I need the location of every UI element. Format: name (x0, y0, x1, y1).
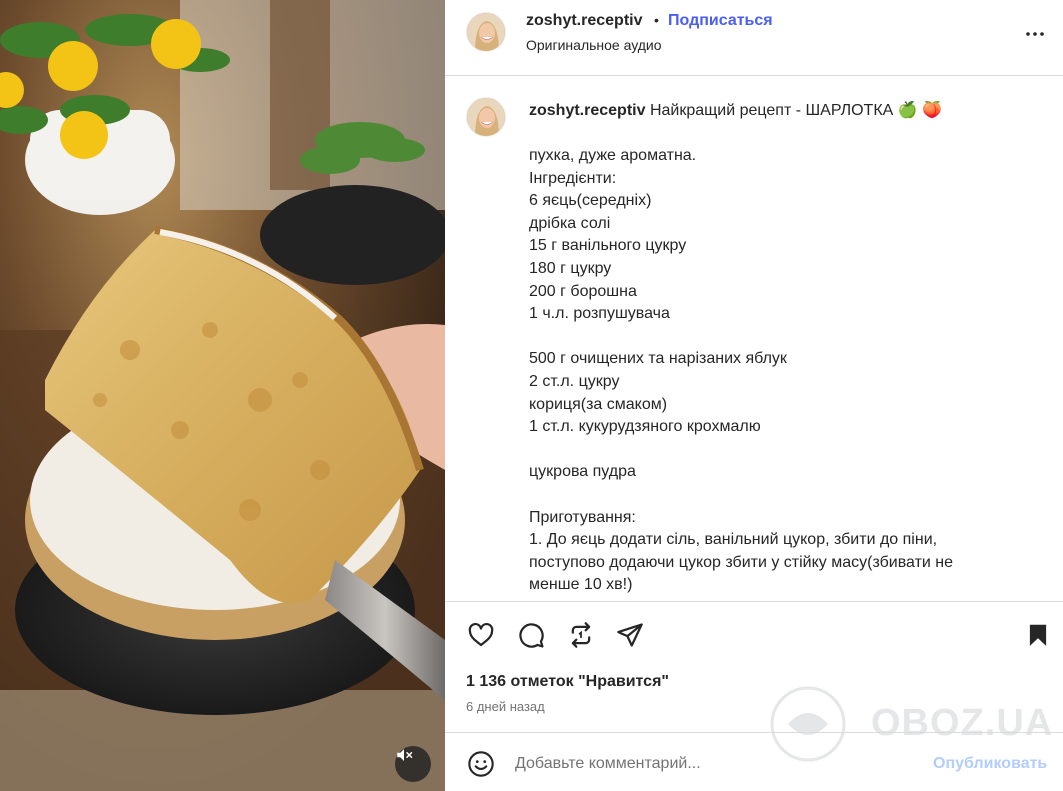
post-panel: zoshyt.receptiv • Подписаться Оригинальн… (445, 0, 1063, 791)
more-options-button[interactable] (1023, 22, 1047, 46)
follow-button[interactable]: Подписаться (668, 12, 773, 30)
caption-line: кориця(за смаком) (529, 395, 668, 413)
caption-line: пухка, дуже ароматна. (529, 147, 697, 164)
comment-bar: Опубликовать (445, 732, 1063, 791)
caption-avatar[interactable] (466, 97, 506, 137)
caption-line (529, 484, 1029, 507)
caption-line (529, 326, 1029, 349)
likes-count[interactable]: 1 136 отметок "Нравится" (466, 673, 669, 691)
caption-line: 1 ч.л. розпушувача (529, 305, 670, 323)
more-options-icon (1026, 32, 1044, 36)
comment-button[interactable] (516, 620, 546, 650)
action-bar: 1 136 отметок "Нравится" 6 дней назад (445, 601, 1063, 729)
author-username[interactable]: zoshyt.receptiv (526, 12, 642, 30)
bookmark-icon (1029, 624, 1047, 646)
send-icon (617, 623, 643, 647)
caption-title: Найкращий рецепт - ШАРЛОТКА 🍏 🍑 (649, 102, 943, 119)
publish-button[interactable]: Опубликовать (933, 755, 1047, 773)
like-button[interactable] (466, 620, 496, 650)
post-image (0, 0, 445, 791)
comment-input[interactable] (515, 751, 915, 777)
caption-line: поступово додаючи цукор збити у стійку м… (529, 553, 954, 571)
post-header: zoshyt.receptiv • Подписаться Оригинальн… (445, 0, 1063, 76)
caption-area[interactable]: zoshyt.receptiv Найкращий рецепт - ШАРЛО… (445, 77, 1063, 601)
emoji-icon (468, 751, 494, 777)
caption-line: 180 г цукру (529, 259, 612, 277)
caption-line: 6 яєць(середніх) (529, 192, 652, 210)
repost-button[interactable] (566, 620, 596, 650)
caption-line: Приготування: (529, 508, 636, 526)
caption-username[interactable]: zoshyt.receptiv (529, 102, 645, 119)
caption-first-line: zoshyt.receptiv Найкращий рецепт - ШАРЛО… (529, 100, 942, 120)
caption-line: 200 г борошна (529, 282, 637, 300)
caption-line: менше 10 хв!) (529, 576, 633, 594)
caption-line: 2 ст.л. цукру (529, 372, 620, 390)
caption-line: Інгредієнти: (529, 169, 617, 187)
avatar-image (467, 98, 505, 136)
caption-line: дрібка солі (529, 214, 611, 232)
mute-button[interactable] (395, 746, 431, 782)
caption-line: 1. До яєць додати сіль, ванільний цукор,… (529, 531, 938, 549)
muted-speaker-icon (397, 749, 413, 761)
caption-line (529, 439, 1029, 462)
caption-line: 15 г ванільного цукру (529, 237, 687, 255)
repost-icon (571, 622, 591, 648)
post-media[interactable] (0, 0, 445, 791)
author-avatar[interactable] (466, 12, 506, 52)
caption-line: 1 ст.л. кукурудзяного крохмалю (529, 418, 761, 436)
save-button[interactable] (1023, 620, 1053, 650)
emoji-button[interactable] (466, 749, 496, 779)
comment-icon (519, 623, 544, 648)
heart-icon (468, 622, 494, 647)
caption-body: пухка, дуже ароматна. Інгредієнти: 6 яєць(… (529, 145, 1029, 601)
audio-label[interactable]: Оригинальное аудио (526, 37, 662, 53)
share-button[interactable] (615, 620, 645, 650)
avatar-image (467, 13, 505, 51)
separator-dot: • (654, 12, 659, 28)
caption-line: цукрова пудра (529, 463, 636, 481)
post-timestamp[interactable]: 6 дней назад (466, 699, 545, 714)
caption-line: 500 г очищених та нарізаних яблук (529, 350, 787, 368)
